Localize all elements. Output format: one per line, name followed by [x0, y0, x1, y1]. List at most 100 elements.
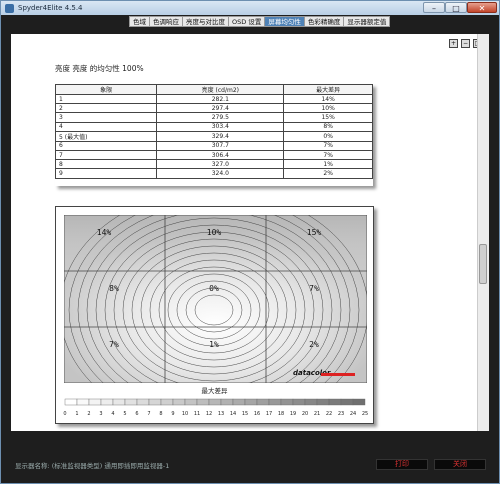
minimize-button[interactable]: – — [423, 2, 445, 13]
scale-title: 最大差异 — [201, 387, 228, 395]
table-cell: 8% — [283, 121, 373, 132]
table-cell: 7% — [283, 149, 373, 161]
scale-swatch — [148, 398, 162, 406]
scale-swatch — [340, 398, 354, 406]
scale-tick-label: 18 — [278, 411, 284, 417]
scale-swatch — [112, 398, 126, 406]
table-cell: 9 — [54, 168, 158, 179]
table-header-row: 象限 亮度 (cd/m2) 最大差异 — [54, 84, 373, 95]
scale-tick-label: 25 — [362, 411, 368, 417]
scale-tick-label: 5 — [123, 411, 126, 417]
scale-swatch — [88, 398, 102, 406]
heatmap-cell-label: 10% — [207, 228, 222, 237]
scale-tick-label: 21 — [314, 411, 320, 417]
scale-tick-label: 14 — [230, 411, 236, 417]
tab-1[interactable]: 色调响应 — [149, 16, 182, 27]
scale-tick-label: 7 — [147, 411, 150, 417]
scale-tick-label: 2 — [87, 411, 90, 417]
tab-5[interactable]: 色彩精确度 — [303, 16, 344, 27]
print-button[interactable]: 打印 — [376, 459, 428, 470]
table-row: 1 282.1 14% — [54, 93, 373, 105]
scale-swatch — [64, 398, 78, 406]
close-button[interactable]: 关闭 — [434, 459, 486, 470]
scale-swatch — [256, 398, 270, 406]
tab-2[interactable]: 亮度与对比度 — [182, 16, 228, 27]
table-cell: 2 — [54, 103, 158, 114]
scale-tick-label: 4 — [111, 411, 114, 417]
scale-swatch — [172, 398, 186, 406]
scale-tick-label: 15 — [242, 411, 248, 417]
zoom-out-icon[interactable]: − — [461, 39, 470, 48]
table-row: 6 307.7 7% — [54, 140, 373, 151]
table-cell: 15% — [283, 112, 373, 123]
tab-3[interactable]: OSD 设置 — [228, 16, 265, 27]
scale-tick-label: 17 — [266, 411, 272, 417]
table-cell: 7% — [283, 140, 373, 151]
scale-swatch — [316, 398, 330, 406]
vertical-scrollbar[interactable] — [477, 34, 489, 431]
heatmap-cell-label: 0% — [209, 284, 219, 293]
tab-4[interactable]: 屏幕均匀性 — [264, 16, 304, 27]
zoom-in-icon[interactable]: + — [449, 39, 458, 48]
table-cell: 306.4 — [156, 149, 285, 161]
close-window-button[interactable]: ✕ — [467, 2, 497, 13]
heatmap-cell-label: 8% — [109, 284, 119, 293]
tab-6[interactable]: 显示器额定值 — [343, 16, 391, 27]
scale-tick-label: 23 — [338, 411, 344, 417]
heatmap-cell-label: 2% — [309, 340, 319, 349]
datacolor-logo-bar — [321, 373, 355, 376]
table-cell: 297.4 — [156, 103, 285, 114]
scale-tick-label: 6 — [135, 411, 138, 417]
scale-swatch — [328, 398, 342, 406]
table-cell: 8 — [54, 159, 158, 170]
table-cell: 4 — [54, 121, 158, 132]
scale-tick-label: 20 — [302, 411, 308, 417]
scale-tick-label: 9 — [171, 411, 174, 417]
column-header: 最大差异 — [283, 84, 373, 95]
table-row: 7 306.4 7% — [54, 149, 373, 161]
scale-swatch — [280, 398, 294, 406]
column-header: 象限 — [54, 84, 158, 95]
scale-swatch — [304, 398, 318, 406]
heatmap-cell-label: 14% — [97, 228, 112, 237]
scale-tick-label: 8 — [159, 411, 162, 417]
scale-swatch — [268, 398, 282, 406]
scale-tick-label: 16 — [254, 411, 260, 417]
scale-swatch — [184, 398, 198, 406]
table-cell: 282.1 — [156, 93, 285, 105]
scale-swatch — [100, 398, 114, 406]
scale-tick-label: 3 — [99, 411, 102, 417]
scale-tick-label: 24 — [350, 411, 356, 417]
table-cell: 303.4 — [156, 121, 285, 132]
scale-swatch — [76, 398, 90, 406]
uniformity-heatmap: 14% 10% 15% 8% 0% 7% 7% 1% 2% — [64, 215, 367, 383]
table-body: 1 282.1 14% 2 297.4 10% 3 279.5 15% 4 303.4 8% 5 (最大… — [54, 93, 373, 179]
report-tabs: 色域 色调响应 亮度与对比度 OSD 设置 屏幕均匀性 色彩精确度 显示器额定值 — [129, 16, 391, 27]
table-cell: 279.5 — [156, 112, 285, 123]
table-cell: 5 (最大值) — [54, 130, 158, 142]
report-title: 亮度 亮度 的均匀性 100% — [55, 64, 144, 73]
table-row: 4 303.4 8% — [54, 121, 373, 132]
scrollbar-thumb[interactable] — [479, 244, 487, 284]
tab-0[interactable]: 色域 — [129, 16, 149, 27]
heatmap-cell-label: 1% — [209, 340, 219, 349]
maximize-button[interactable]: □ — [445, 2, 467, 13]
table-cell: 307.7 — [156, 140, 285, 151]
scale-tick-label: 10 — [182, 411, 188, 417]
heatmap-shade — [64, 215, 367, 383]
table-cell: 1% — [283, 159, 373, 170]
scale-tick-label: 11 — [194, 411, 200, 417]
table-cell: 324.0 — [156, 168, 285, 179]
uniformity-table: 象限 亮度 (cd/m2) 最大差异 1 282.1 14% 2 297.4 10% 3 279.… — [54, 84, 373, 186]
difference-scale: 0 1 2 3 4 5 6 7 8 9 10 11 12 13 14 15 16 17 18 19 20 21 22 23 24… — [63, 398, 368, 417]
scale-swatch — [208, 398, 222, 406]
report-panel: + − □ 亮度 亮度 的均匀性 100% 象限亮度 (cd/m2)最大差异 1… — [11, 34, 489, 431]
table-cell: 1 — [54, 93, 158, 105]
scale-tick-label: 0 — [63, 411, 66, 417]
scale-swatch — [196, 398, 210, 406]
column-header: 亮度 (cd/m2) — [156, 84, 285, 95]
table-cell: 14% — [283, 93, 373, 105]
scale-swatch — [220, 398, 234, 406]
table-row: 3 279.5 15% — [54, 112, 373, 123]
scale-swatch — [136, 398, 150, 406]
